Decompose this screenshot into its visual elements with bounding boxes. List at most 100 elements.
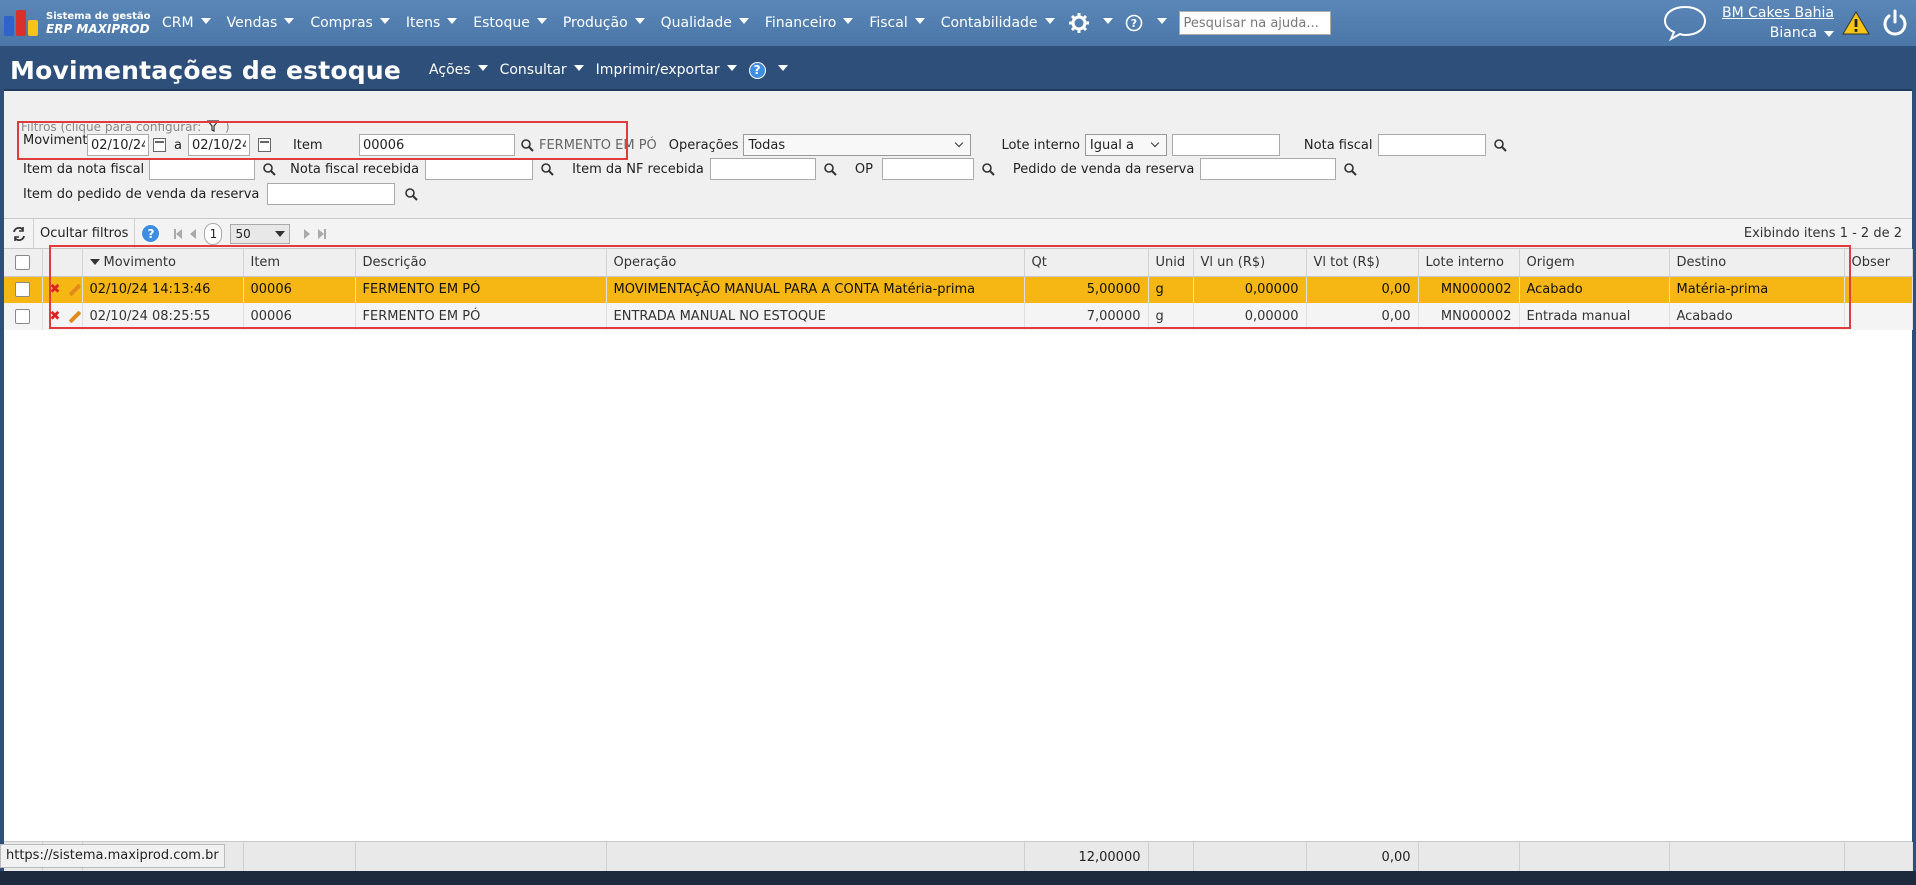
op-input[interactable]	[881, 158, 974, 180]
menu-compras[interactable]: Compras	[302, 15, 398, 31]
nf-recebida-input[interactable]	[425, 158, 534, 180]
col-item[interactable]: Item	[243, 249, 356, 277]
row-checkbox[interactable]	[15, 282, 31, 298]
calendar-icon[interactable]	[153, 138, 166, 152]
col-movimento[interactable]: Movimento	[82, 249, 244, 277]
cell-item: 00006	[243, 276, 356, 303]
lote-operator-select[interactable]: Igual a	[1084, 134, 1167, 156]
item-nf-input[interactable]	[149, 158, 256, 180]
caret-down-icon	[843, 18, 854, 24]
col-qt[interactable]: Qt	[1024, 249, 1149, 277]
company-link[interactable]: BM Cakes Bahia	[1722, 3, 1834, 23]
menu-qualidade[interactable]: Qualidade	[653, 15, 757, 31]
menu-itens[interactable]: Itens	[398, 15, 465, 31]
cell-observacao	[1844, 276, 1913, 303]
operacoes-select[interactable]: Todas	[743, 134, 972, 156]
caret-down-icon	[738, 18, 749, 24]
table-row[interactable]: ✖ 02/10/24 14:13:46 00006 FERMENTO EM PÓ…	[4, 276, 1913, 303]
grid-help-button[interactable]: ?	[135, 219, 166, 249]
edit-pencil-icon[interactable]	[69, 310, 81, 323]
warning-icon[interactable]	[1842, 10, 1870, 36]
menu-crm[interactable]: CRM	[154, 15, 219, 31]
cell-item: 00006	[243, 303, 356, 330]
refresh-button[interactable]	[4, 218, 34, 249]
prev-page-icon[interactable]	[190, 228, 197, 239]
operacoes-label: Operações	[668, 137, 739, 153]
col-vl-tot[interactable]: Vl tot (R$)	[1306, 249, 1419, 277]
item-nf-recebida-label: Item da NF recebida	[572, 161, 704, 177]
delete-icon[interactable]: ✖	[50, 282, 61, 297]
select-all-checkbox[interactable]	[15, 254, 31, 270]
help-search-input[interactable]	[1178, 11, 1331, 35]
col-unid[interactable]: Unid	[1148, 249, 1194, 277]
menu-imprimir-exportar[interactable]: Imprimir/exportar	[596, 62, 737, 78]
chat-bubble-icon[interactable]	[1662, 3, 1708, 43]
edit-pencil-icon[interactable]	[69, 283, 81, 297]
pedido-input[interactable]	[1200, 158, 1337, 180]
table-row[interactable]: ✖ 02/10/24 08:25:55 00006 FERMENTO EM PÓ…	[4, 303, 1913, 330]
item-nf-recebida-search-button[interactable]	[824, 162, 837, 176]
sort-desc-icon	[89, 259, 100, 266]
current-page[interactable]: 1	[204, 222, 223, 245]
cell-observacao	[1844, 303, 1913, 330]
col-vl-un[interactable]: Vl un (R$)	[1193, 249, 1307, 277]
op-search-button[interactable]	[982, 162, 995, 176]
user-menu[interactable]: Bianca	[1722, 23, 1834, 43]
item-description: FERMENTO EM PÓ	[538, 137, 657, 153]
last-page-icon[interactable]	[318, 228, 327, 239]
search-icon	[405, 187, 419, 201]
power-icon[interactable]	[1880, 8, 1910, 38]
col-operacao[interactable]: Operação	[606, 249, 1025, 277]
search-icon	[824, 162, 837, 176]
menu-producao[interactable]: Produção	[555, 15, 653, 31]
cell-operacao: MOVIMENTAÇÃO MANUAL PARA A CONTA Matéria…	[606, 276, 1025, 303]
col-observacao[interactable]: Obser	[1844, 249, 1913, 277]
cell-destino: Acabado	[1669, 303, 1845, 330]
col-lote[interactable]: Lote interno	[1418, 249, 1520, 277]
col-destino[interactable]: Destino	[1669, 249, 1845, 277]
item-pedido-search-button[interactable]	[405, 187, 419, 201]
menu-fiscal[interactable]: Fiscal	[861, 15, 932, 31]
cell-qt: 7,00000	[1024, 303, 1149, 330]
item-search-button[interactable]	[521, 138, 534, 152]
lote-input[interactable]	[1171, 134, 1280, 156]
help-menu[interactable]: ?	[1119, 14, 1173, 32]
nota-fiscal-search-button[interactable]	[1494, 138, 1508, 152]
search-icon	[1494, 138, 1508, 152]
date-from-input[interactable]	[87, 134, 149, 156]
menu-financeiro[interactable]: Financeiro	[757, 15, 861, 31]
row-checkbox[interactable]	[15, 309, 31, 324]
menu-contabilidade[interactable]: Contabilidade	[933, 15, 1063, 31]
row-select-cell	[4, 303, 43, 330]
filters-caption[interactable]: Filtros (clique para configurar: )	[21, 120, 230, 134]
hide-filters-button[interactable]: Ocultar filtros	[34, 218, 136, 249]
menu-vendas[interactable]: Vendas	[219, 15, 303, 31]
item-input[interactable]	[358, 134, 515, 156]
nota-fiscal-input[interactable]	[1378, 134, 1487, 156]
pedido-label: Pedido de venda da reserva	[1012, 161, 1195, 177]
funnel-icon[interactable]	[206, 120, 220, 132]
col-descricao[interactable]: Descrição	[355, 249, 607, 277]
next-page-icon[interactable]	[304, 228, 311, 239]
pedido-search-button[interactable]	[1344, 162, 1358, 176]
delete-icon[interactable]: ✖	[50, 309, 61, 324]
menu-acoes[interactable]: Ações	[429, 62, 488, 78]
col-origem[interactable]: Origem	[1519, 249, 1670, 277]
item-nf-search-button[interactable]	[263, 162, 276, 176]
top-navbar: Sistema de gestão ERP MAXIPROD CRM Venda…	[0, 0, 1916, 46]
app-logo[interactable]: Sistema de gestão ERP MAXIPROD	[4, 8, 154, 38]
nf-recebida-search-button[interactable]	[541, 162, 554, 176]
date-to-input[interactable]	[187, 134, 250, 156]
menu-consultar[interactable]: Consultar	[500, 62, 584, 78]
calendar-icon[interactable]	[257, 138, 271, 152]
first-page-icon[interactable]	[174, 228, 183, 239]
settings-menu[interactable]	[1063, 13, 1119, 33]
page-help-menu[interactable]: ?	[748, 61, 788, 79]
item-nf-recebida-input[interactable]	[709, 158, 816, 180]
page-size-select[interactable]: 50	[230, 223, 291, 244]
table-header: Movimento Item Descrição Operação Qt Uni…	[4, 249, 1913, 277]
item-pedido-input[interactable]	[267, 183, 396, 205]
chevron-down-icon	[955, 138, 964, 148]
menu-estoque[interactable]: Estoque	[465, 15, 555, 31]
cell-destino: Matéria-prima	[1669, 276, 1845, 303]
